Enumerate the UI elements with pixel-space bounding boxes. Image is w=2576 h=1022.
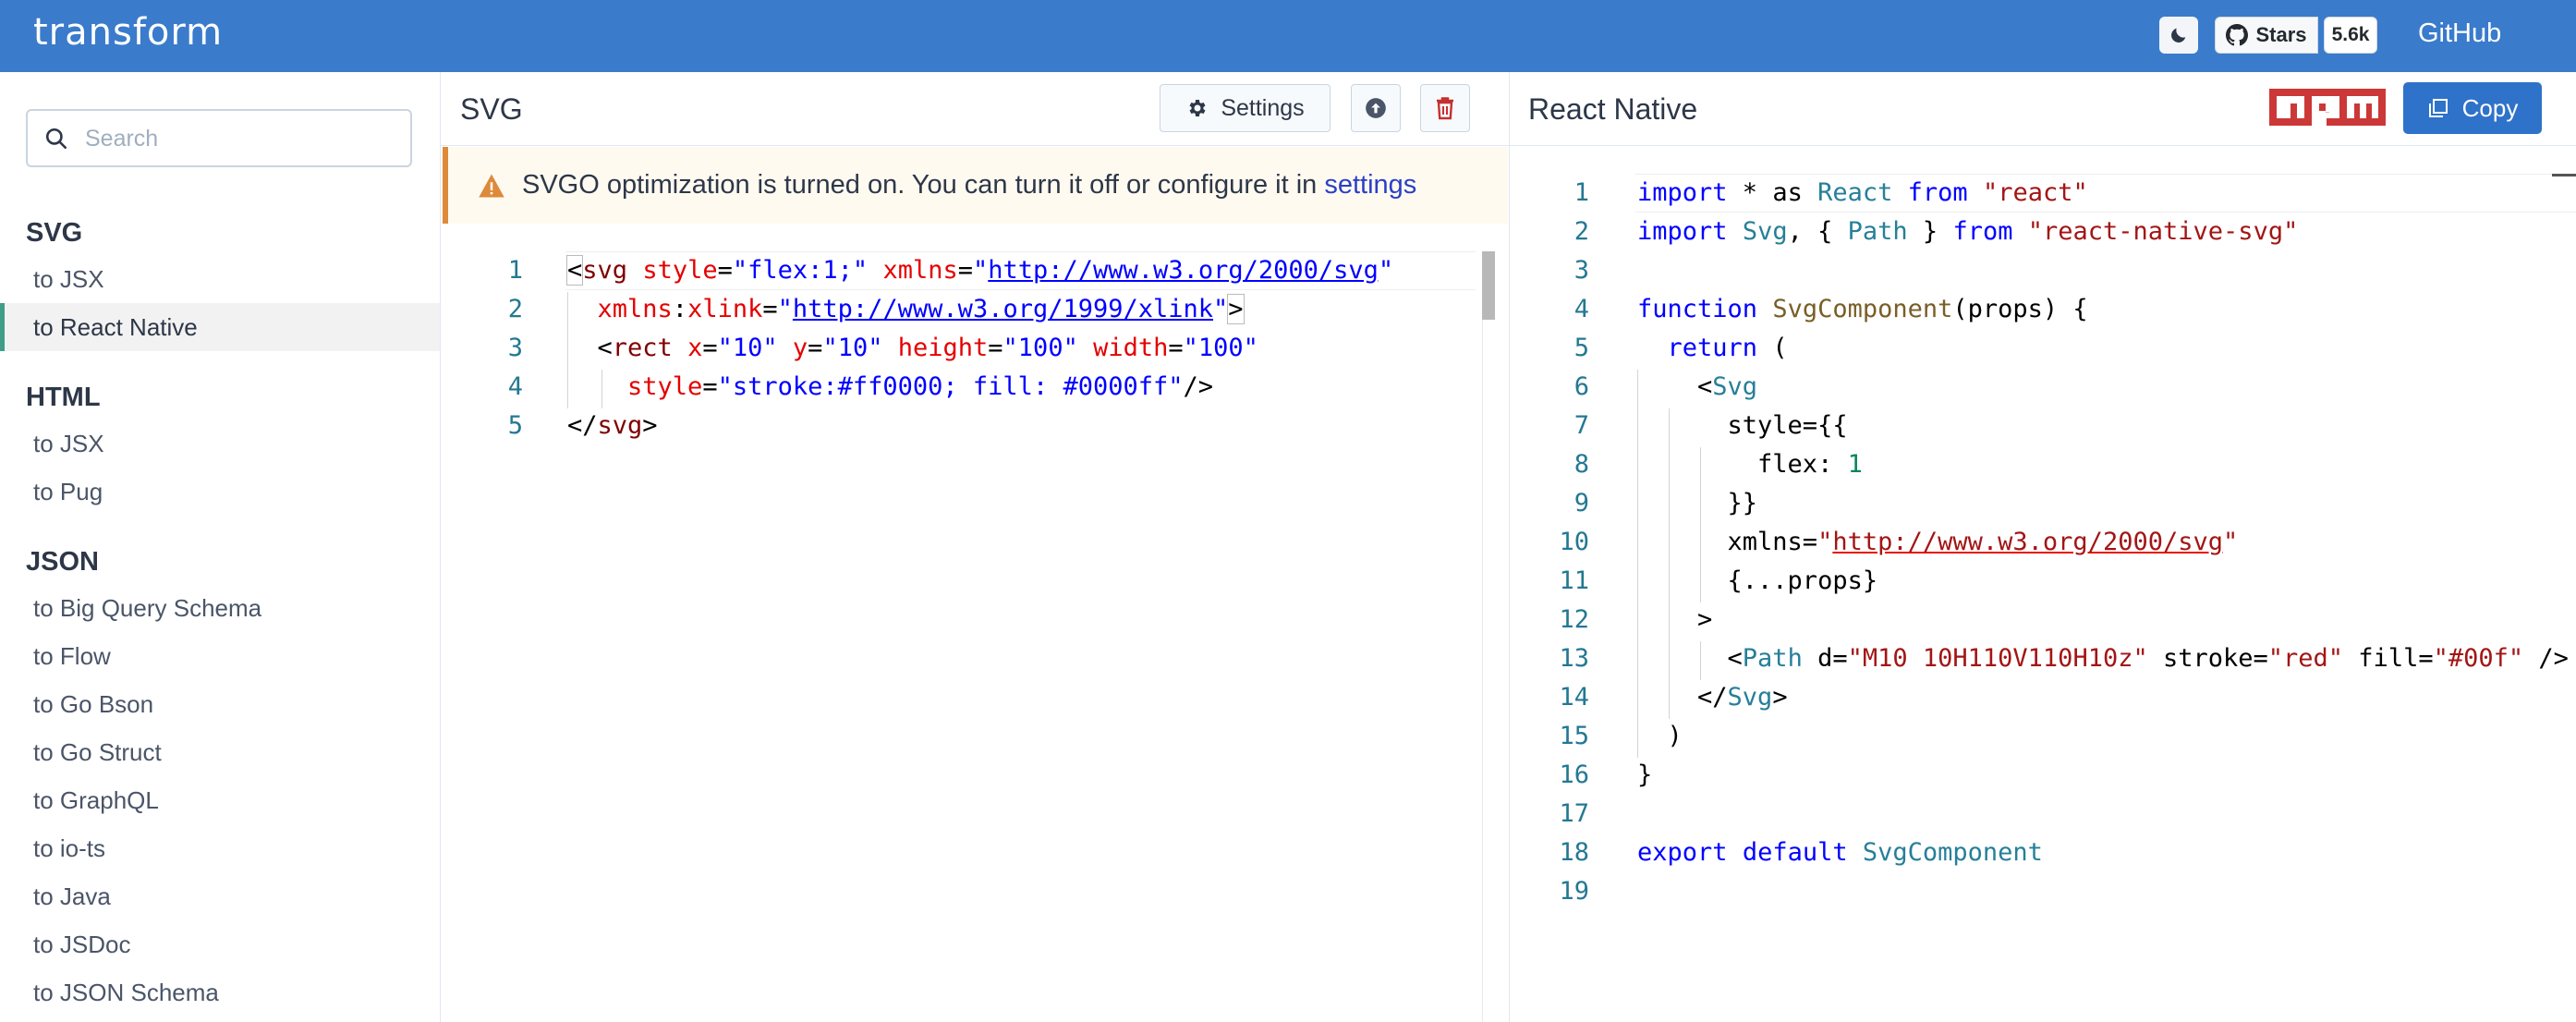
copy-button[interactable]: Copy: [2403, 82, 2542, 134]
section-html-heading: HTML: [26, 383, 101, 412]
line-number: 3: [507, 334, 523, 362]
sidebar-item-svg-to-jsx[interactable]: to JSX: [0, 255, 440, 303]
github-stars-label: Stars: [2255, 23, 2307, 46]
banner-message: SVGO optimization is turned on. You can …: [522, 170, 1416, 201]
dark-mode-toggle[interactable]: [2159, 17, 2198, 54]
line-number: 17: [1559, 799, 1589, 828]
editor-scrollbar-track[interactable]: [1482, 320, 1483, 1022]
code-line: xmlns="http://www.w3.org/2000/svg": [1637, 528, 2239, 556]
copy-label: Copy: [2461, 93, 2519, 122]
code-line: style="stroke:#ff0000; fill: #0000ff"/>: [627, 372, 1214, 401]
code-line: style={{: [1637, 411, 1848, 440]
line-number: 16: [1559, 760, 1589, 789]
line-number: 11: [1559, 566, 1589, 595]
code-line: xmlns:xlink="http://www.w3.org/1999/xlin…: [597, 294, 1245, 324]
line-number: 2: [1574, 217, 1589, 246]
code-line: <Path d="M10 10H110V110H10z" stroke="red…: [1637, 644, 2569, 673]
search-box[interactable]: [26, 109, 412, 167]
code-line: >: [1637, 605, 1713, 634]
line-number: 10: [1559, 528, 1589, 556]
settings-label: Settings: [1221, 94, 1305, 121]
line-number: 15: [1559, 722, 1589, 750]
line-number: 18: [1559, 838, 1589, 867]
top-bar: transform Stars 5.6k GitHub: [0, 0, 2576, 72]
github-link[interactable]: GitHub: [2418, 18, 2501, 49]
sidebar-item-json-to-java[interactable]: to Java: [0, 872, 440, 920]
warning-icon: [479, 174, 504, 197]
line-number: 5: [1574, 334, 1589, 362]
line-number: 14: [1559, 683, 1589, 712]
code-line: flex: 1: [1637, 450, 1863, 479]
code-line: ): [1637, 722, 1683, 750]
search-icon: [45, 128, 67, 150]
trash-icon: [1437, 97, 1453, 120]
line-number: 7: [1574, 411, 1589, 440]
code-line: {...props}: [1637, 566, 1878, 595]
code-line: function SvgComponent(props) {: [1637, 295, 2088, 323]
overview-ruler-mark: [2552, 174, 2576, 176]
github-stars-button[interactable]: Stars: [2215, 17, 2318, 54]
sidebar-item-json-to-big-query-schema[interactable]: to Big Query Schema: [0, 584, 440, 632]
github-stars-widget[interactable]: Stars 5.6k: [2215, 17, 2379, 54]
settings-button[interactable]: Settings: [1160, 84, 1331, 132]
line-number: 4: [507, 372, 523, 401]
line-number: 5: [507, 411, 523, 440]
github-stars-count[interactable]: 5.6k: [2324, 17, 2377, 54]
input-panel-title: SVG: [460, 92, 523, 126]
code-line: }: [1637, 760, 1653, 789]
line-number: 19: [1559, 877, 1589, 906]
line-number: 2: [507, 295, 523, 323]
moon-icon: [2171, 28, 2186, 43]
sidebar-item-json-to-go-bson[interactable]: to Go Bson: [0, 680, 440, 728]
code-line: </Svg>: [1637, 683, 1788, 712]
sidebar-item-json-to-jsdoc[interactable]: to JSDoc: [0, 920, 440, 968]
code-line: export default SvgComponent: [1637, 838, 2043, 867]
line-number: 9: [1574, 489, 1589, 517]
banner-settings-link[interactable]: settings: [1324, 170, 1416, 200]
delete-button[interactable]: [1420, 84, 1470, 132]
sidebar-item-html-to-jsx[interactable]: to JSX: [0, 420, 440, 468]
editor-scrollbar-thumb[interactable]: [1482, 251, 1495, 320]
sidebar-item-json-to-io-ts[interactable]: to io-ts: [0, 824, 440, 872]
sidebar-item-json-to-flow[interactable]: to Flow: [0, 632, 440, 680]
code-line: import Svg, { Path } from "react-native-…: [1637, 217, 2299, 246]
sidebar: SVG to JSX to React Native HTML to JSX t…: [0, 72, 441, 1022]
sidebar-item-json-to-json-schema[interactable]: to JSON Schema: [0, 968, 440, 1016]
github-icon: [2226, 24, 2249, 46]
copy-icon: [2428, 99, 2448, 117]
section-json-heading: JSON: [26, 547, 99, 577]
line-number: 13: [1559, 644, 1589, 673]
input-panel-header: SVG: [441, 72, 1510, 146]
brand-logo[interactable]: transform: [33, 11, 223, 54]
npm-logo-text: npm: [2326, 112, 2329, 114]
sidebar-item-json-to-go-struct[interactable]: to Go Struct: [0, 728, 440, 776]
line-number: 1: [1574, 178, 1589, 207]
line-number: 8: [1574, 450, 1589, 479]
line-number: 4: [1574, 295, 1589, 323]
line-number: 6: [1574, 372, 1589, 401]
code-line: </svg>: [567, 411, 658, 440]
gear-icon: [1189, 100, 1206, 116]
code-line: <Svg: [1637, 372, 1758, 401]
search-input[interactable]: [85, 120, 399, 157]
section-svg-heading: SVG: [26, 218, 83, 248]
banner-text: SVGO optimization is turned on. You can …: [522, 170, 1318, 200]
sidebar-item-svg-to-react-native[interactable]: to React Native: [0, 303, 440, 351]
upload-button[interactable]: [1351, 84, 1401, 132]
output-panel-title: React Native: [1528, 92, 1698, 126]
code-line: <rect x="10" y="10" height="100" width="…: [567, 334, 1258, 362]
code-line: import * as React from "react": [1637, 178, 2088, 207]
code-line: <svg style="flex:1;" xmlns="http://www.w…: [565, 255, 1394, 286]
line-number: 1: [507, 256, 523, 285]
svgo-warning-banner: SVGO optimization is turned on. You can …: [443, 147, 1508, 224]
npm-logo[interactable]: npm: [2269, 89, 2386, 126]
code-line: return (: [1667, 334, 1788, 362]
code-line: }}: [1637, 489, 1758, 517]
line-number: 3: [1574, 256, 1589, 285]
arrow-up-circle-icon: [1366, 98, 1386, 118]
sidebar-item-html-to-pug[interactable]: to Pug: [0, 468, 440, 516]
line-number: 12: [1559, 605, 1589, 634]
sidebar-item-json-to-graphql[interactable]: to GraphQL: [0, 776, 440, 824]
